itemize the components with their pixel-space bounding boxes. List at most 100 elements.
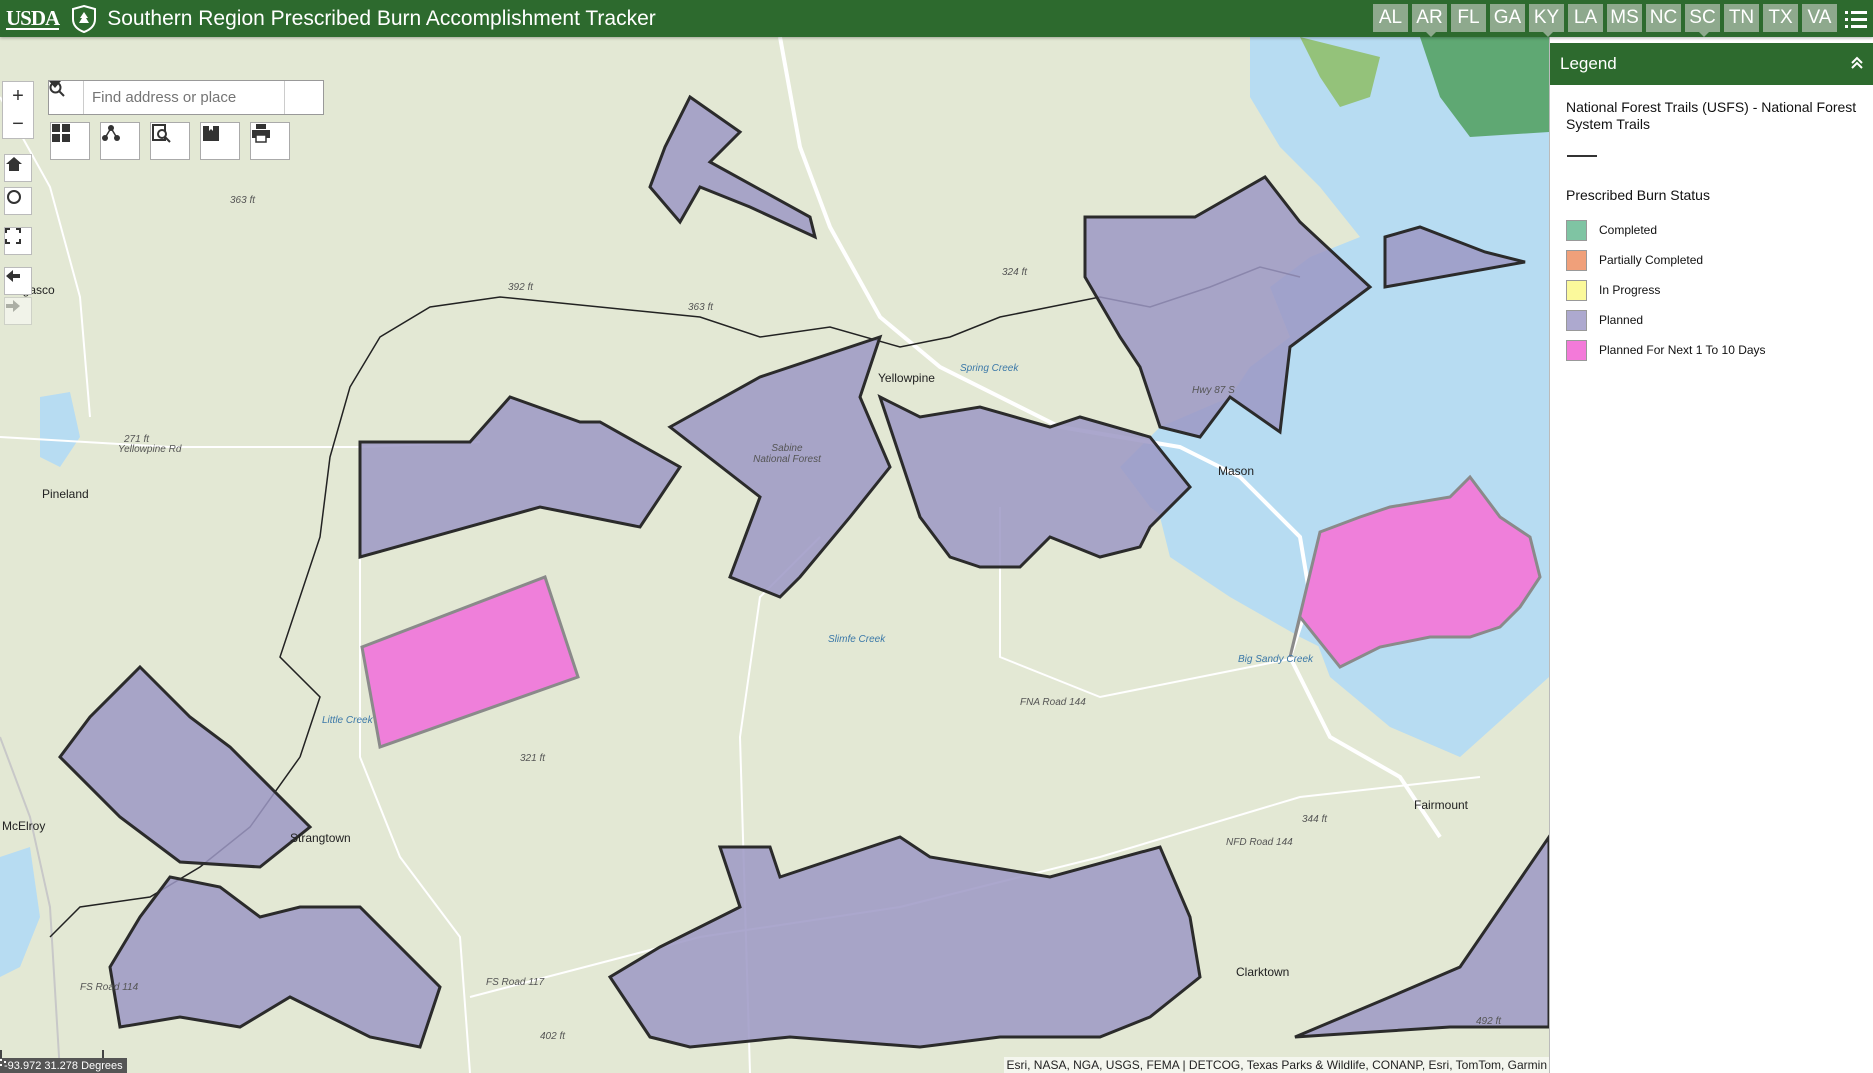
map-label-elevation: 492 ft (1476, 1016, 1502, 1027)
state-button-ga[interactable]: GA (1490, 4, 1525, 32)
trail-line-symbol (1567, 155, 1597, 157)
search-widget (48, 80, 324, 115)
search-document-icon (152, 124, 171, 143)
map-label-town: McElroy (2, 819, 46, 833)
legend-panel: Legend National Forest Trails (USFS) - N… (1549, 37, 1873, 1073)
legend-swatch (1566, 309, 1587, 331)
map-label-elevation: 392 ft (508, 282, 534, 293)
search-icon (49, 81, 65, 97)
legend-item-label: Completed (1599, 223, 1658, 237)
legend-item-completed: Completed (1566, 215, 1858, 245)
map-label-town: Pineland (42, 487, 89, 501)
locate-icon (7, 190, 21, 204)
map-label-elevation: 363 ft (230, 195, 256, 206)
grid-icon (52, 124, 70, 142)
map-canvas (0, 37, 1549, 1073)
legend-header[interactable]: Legend (1550, 43, 1873, 85)
map-label-water: Big Sandy Creek (1238, 654, 1314, 665)
legend-group-title: Prescribed Burn Status (1566, 187, 1710, 203)
share-network-icon (102, 125, 120, 141)
map-label-road: FNA Road 144 (1020, 697, 1086, 708)
home-icon (6, 157, 22, 171)
legend-item-label: In Progress (1599, 283, 1661, 297)
map-label-water: Little Creek (322, 715, 373, 726)
forest-service-shield-icon (72, 4, 97, 33)
map-label-elevation: 344 ft (1302, 814, 1328, 825)
legend-layer-title: National Forest Trails (USFS) - National… (1566, 99, 1857, 132)
map-label-road: NFD Road 144 (1226, 837, 1293, 848)
map-label-feature: Sabine National Forest (753, 443, 821, 465)
search-button[interactable] (49, 81, 319, 114)
legend-title: Legend (1560, 54, 1617, 73)
state-button-ar[interactable]: AR (1412, 4, 1447, 37)
previous-extent-button[interactable] (4, 267, 32, 295)
list-menu-icon[interactable] (1845, 8, 1867, 30)
map-label-town: Yellowpine (878, 371, 935, 385)
map-label-elevation: 363 ft (688, 302, 714, 313)
legend-swatch (1566, 279, 1587, 301)
map-label-elevation: 324 ft (1002, 267, 1028, 278)
state-button-ky[interactable]: KY (1529, 4, 1564, 37)
legend-swatch (1566, 219, 1587, 241)
state-button-ms[interactable]: MS (1607, 4, 1642, 32)
state-button-fl[interactable]: FL (1451, 4, 1486, 32)
coordinate-text: -93.972 31.278 Degrees (4, 1059, 123, 1072)
chevron-double-up-icon[interactable] (1850, 55, 1864, 71)
usda-logo: USDA (6, 5, 60, 30)
map-label-water: Slimfe Creek (828, 634, 886, 645)
state-button-tx[interactable]: TX (1763, 4, 1798, 32)
map-label-town: Fairmount (1414, 798, 1469, 812)
next-extent-button[interactable] (4, 297, 32, 325)
legend-item-label: Planned (1599, 313, 1644, 327)
legend-item-label: Planned For Next 1 To 10 Days (1599, 343, 1766, 357)
coordinate-readout: -93.972 31.278 Degrees (0, 1058, 127, 1073)
state-button-tn[interactable]: TN (1724, 4, 1759, 32)
legend-item-label: Partially Completed (1599, 253, 1704, 267)
arrow-left-icon (6, 270, 20, 282)
fullscreen-button[interactable] (4, 227, 32, 255)
home-button[interactable] (4, 154, 32, 182)
map-label-town: Clarktown (1236, 965, 1290, 979)
zoom-in-button[interactable]: + (3, 82, 33, 110)
map-label-road: FS Road 114 (80, 982, 139, 993)
legend-item-planned: Planned (1566, 305, 1858, 335)
legend-item-planned-next-10-days: Planned For Next 1 To 10 Days (1566, 335, 1858, 365)
map-label-water: Spring Creek (960, 363, 1019, 374)
search-input[interactable] (84, 81, 284, 114)
arrow-right-icon (6, 300, 20, 312)
state-button-va[interactable]: VA (1802, 4, 1837, 32)
legend-item-in-progress: In Progress (1566, 275, 1858, 305)
app-header: USDA Southern Region Prescribed Burn Acc… (0, 0, 1873, 37)
state-button-sc[interactable]: SC (1685, 4, 1720, 37)
map-label-road: FS Road 117 (486, 977, 545, 988)
map-view[interactable]: Magasco Pineland McElroy Strangtown Yell… (0, 37, 1549, 1073)
legend-swatch (1566, 249, 1587, 271)
app-title: Southern Region Prescribed Burn Accompli… (107, 6, 656, 30)
share-button[interactable] (100, 122, 140, 160)
map-label-town: Strangtown (290, 831, 351, 845)
legend-item-partially-completed: Partially Completed (1566, 245, 1858, 275)
map-label-elevation: 402 ft (540, 1031, 566, 1042)
legend-swatch (1566, 339, 1587, 361)
bookmark-icon (203, 124, 219, 141)
print-button[interactable] (250, 122, 290, 160)
printer-icon (252, 124, 270, 143)
map-label-elevation: 321 ft (520, 753, 546, 764)
map-label-road: Hwy 87 S (1192, 385, 1235, 396)
bookmarks-button[interactable] (200, 122, 240, 160)
map-attribution: Esri, NASA, NGA, USGS, FEMA | DETCOG, Te… (1004, 1057, 1549, 1073)
map-label-town: Mason (1218, 464, 1255, 478)
zoom-controls: + − (2, 81, 34, 139)
locate-button[interactable] (4, 187, 32, 215)
map-label-road: Yellowpine Rd (118, 444, 182, 455)
state-selector: AL AR FL GA KY LA MS NC SC TN TX VA (1373, 4, 1837, 37)
coordinate-toggle-icon[interactable] (0, 1058, 8, 1068)
state-button-al[interactable]: AL (1373, 4, 1408, 32)
zoom-out-button[interactable]: − (3, 110, 33, 138)
state-button-la[interactable]: LA (1568, 4, 1603, 32)
state-button-nc[interactable]: NC (1646, 4, 1681, 32)
basemap-gallery-button[interactable] (50, 122, 90, 160)
fullscreen-icon (5, 228, 21, 244)
legend-body: National Forest Trails (USFS) - National… (1550, 85, 1873, 379)
query-button[interactable] (150, 122, 190, 160)
